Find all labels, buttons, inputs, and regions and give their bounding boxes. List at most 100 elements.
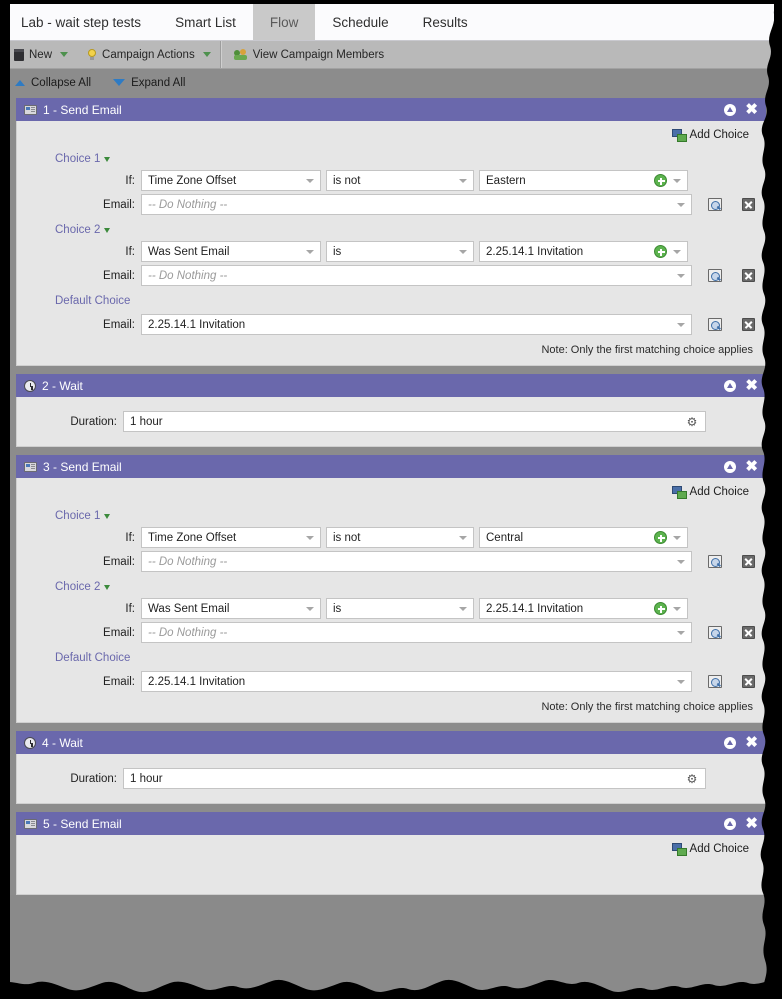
expand-all-button[interactable]: Expand All — [113, 77, 185, 89]
delete-choice-icon[interactable] — [742, 198, 755, 211]
if-value-select[interactable]: 2.25.14.1 Invitation — [479, 241, 688, 262]
default-email-select[interactable]: 2.25.14.1 Invitation — [141, 671, 692, 692]
close-icon[interactable]: ✖ — [745, 816, 758, 831]
chevron-down-icon — [306, 535, 314, 540]
duration-input[interactable]: 1 hour ⚙ — [123, 411, 706, 432]
email-select[interactable]: -- Do Nothing -- — [141, 265, 692, 286]
add-value-icon[interactable] — [654, 174, 667, 187]
flow-step-title: 2 - Wait — [42, 378, 83, 393]
flow-step-title: 1 - Send Email — [43, 102, 122, 117]
add-choice-button[interactable]: Add Choice — [671, 129, 749, 142]
preview-email-icon[interactable] — [708, 555, 722, 568]
gear-icon[interactable]: ⚙ — [686, 416, 698, 428]
flow-step-body: Add Choice — [16, 835, 766, 895]
duration-label: Duration: — [70, 415, 117, 428]
add-value-icon[interactable] — [654, 602, 667, 615]
tab-label: Schedule — [332, 14, 389, 30]
close-icon[interactable]: ✖ — [745, 378, 758, 393]
if-attribute-value: Was Sent Email — [148, 245, 230, 258]
choice-1-condition-row: If: Time Zone Offset is not Central — [27, 527, 755, 548]
tab-label: Lab - wait step tests — [21, 14, 142, 30]
chevron-down-icon — [306, 249, 314, 254]
close-icon[interactable]: ✖ — [745, 459, 758, 474]
preview-email-icon[interactable] — [708, 318, 722, 331]
lightbulb-icon — [87, 48, 97, 61]
if-operator-select[interactable]: is not — [326, 527, 474, 548]
if-value-select[interactable]: Central — [479, 527, 688, 548]
add-choice-button[interactable]: Add Choice — [671, 486, 749, 499]
email-label: Email: — [103, 675, 135, 688]
view-campaign-members-button[interactable]: View Campaign Members — [221, 41, 393, 68]
delete-choice-icon[interactable] — [742, 626, 755, 639]
chevron-down-icon — [673, 535, 681, 540]
preview-email-icon[interactable] — [708, 675, 722, 688]
if-attribute-select[interactable]: Was Sent Email — [141, 598, 321, 619]
chevron-down-icon — [306, 178, 314, 183]
email-select[interactable]: -- Do Nothing -- — [141, 194, 692, 215]
if-value-select[interactable]: Eastern — [479, 170, 688, 191]
default-choice-email-row: Email: 2.25.14.1 Invitation — [27, 671, 755, 692]
collapse-step-icon[interactable] — [724, 736, 737, 749]
if-value-select[interactable]: 2.25.14.1 Invitation — [479, 598, 688, 619]
collapse-all-button[interactable]: Collapse All — [15, 77, 91, 89]
email-value: -- Do Nothing -- — [148, 626, 228, 639]
tab-smart-list[interactable]: Smart List — [158, 3, 253, 41]
preview-email-icon[interactable] — [708, 269, 722, 282]
close-icon[interactable]: ✖ — [745, 102, 758, 117]
if-operator-select[interactable]: is not — [326, 170, 474, 191]
if-value-text: Central — [486, 531, 524, 544]
choice-2-toggle[interactable]: Choice 2 — [27, 575, 111, 598]
if-label: If: — [125, 602, 135, 615]
add-value-icon[interactable] — [654, 531, 667, 544]
delete-choice-icon[interactable] — [742, 318, 755, 331]
collapse-step-icon[interactable] — [724, 103, 737, 116]
if-attribute-select[interactable]: Time Zone Offset — [141, 170, 321, 191]
choice-1-toggle[interactable]: Choice 1 — [27, 147, 111, 170]
flow-step-body: Add Choice Choice 1 If: Time Zone Offset… — [16, 478, 766, 723]
preview-email-icon[interactable] — [708, 626, 722, 639]
email-value: -- Do Nothing -- — [148, 198, 228, 211]
if-label: If: — [125, 174, 135, 187]
tab-flow[interactable]: Flow — [252, 3, 316, 41]
delete-choice-icon[interactable] — [742, 675, 755, 688]
choice-1-toggle[interactable]: Choice 1 — [27, 504, 111, 527]
duration-input[interactable]: 1 hour ⚙ — [123, 768, 706, 789]
add-value-icon[interactable] — [654, 245, 667, 258]
tab-schedule[interactable]: Schedule — [315, 3, 406, 41]
if-value-text: 2.25.14.1 Invitation — [486, 245, 584, 258]
if-operator-select[interactable]: is — [326, 241, 474, 262]
if-attribute-select[interactable]: Was Sent Email — [141, 241, 321, 262]
new-button[interactable]: New — [4, 41, 77, 68]
if-operator-select[interactable]: is — [326, 598, 474, 619]
delete-choice-icon[interactable] — [742, 555, 755, 568]
flow-step-title: 5 - Send Email — [43, 816, 122, 831]
flow-step-3: 3 - Send Email ✖ Add Choice Choice 1 If:… — [16, 455, 766, 723]
add-choice-button[interactable]: Add Choice — [671, 843, 749, 856]
chevron-down-icon — [677, 630, 685, 635]
default-email-select[interactable]: 2.25.14.1 Invitation — [141, 314, 692, 335]
clock-icon — [24, 379, 36, 392]
if-attribute-select[interactable]: Time Zone Offset — [141, 527, 321, 548]
tab-results[interactable]: Results — [405, 3, 485, 41]
choice-label-text: Choice 1 — [55, 510, 101, 522]
choice-label-text: Choice 2 — [55, 224, 101, 236]
collapse-step-icon[interactable] — [724, 817, 737, 830]
collapse-step-icon[interactable] — [724, 379, 737, 392]
collapse-step-icon[interactable] — [724, 460, 737, 473]
gear-icon[interactable]: ⚙ — [686, 773, 698, 785]
email-select[interactable]: -- Do Nothing -- — [141, 551, 692, 572]
delete-choice-icon[interactable] — [742, 269, 755, 282]
preview-email-icon[interactable] — [708, 198, 722, 211]
campaign-actions-button[interactable]: Campaign Actions — [77, 41, 221, 68]
tab-lab-wait-step-tests[interactable]: Lab - wait step tests — [4, 3, 159, 41]
email-select[interactable]: -- Do Nothing -- — [141, 622, 692, 643]
flow-step-body: Duration: 1 hour ⚙ — [16, 397, 766, 447]
choice-2-toggle[interactable]: Choice 2 — [27, 218, 111, 241]
close-icon[interactable]: ✖ — [745, 735, 758, 750]
chevron-down-icon — [459, 606, 467, 611]
wait-duration-row: Duration: 1 hour ⚙ — [27, 768, 755, 789]
default-choice-label: Default Choice — [27, 646, 130, 671]
choice-label-text: Choice 2 — [55, 581, 101, 593]
if-operator-value: is — [333, 245, 342, 258]
email-icon — [24, 818, 37, 829]
